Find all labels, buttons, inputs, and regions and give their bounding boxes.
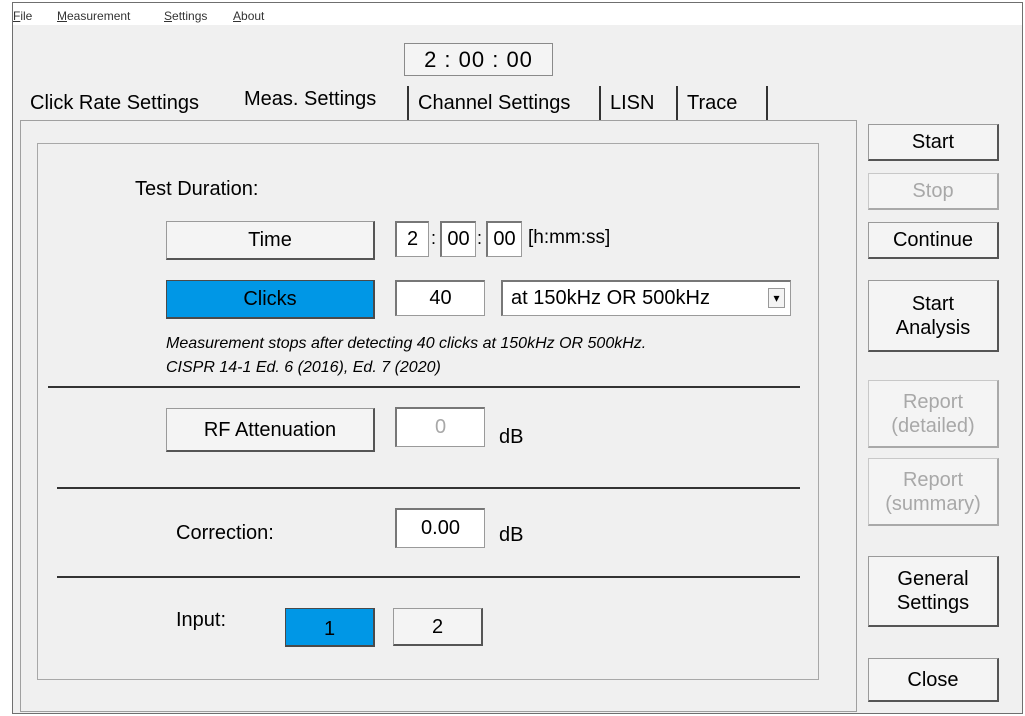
menu-measurement[interactable]: Measurement	[57, 9, 130, 23]
clicks-count-field[interactable]: 40	[395, 280, 485, 316]
correction-unit: dB	[499, 524, 524, 546]
time-format-hint: [h:mm:ss]	[528, 227, 611, 248]
report-summary-button[interactable]: Report (summary)	[868, 458, 999, 526]
clicks-frequency-value: at 150kHz OR 500kHz	[511, 287, 710, 309]
time-colon: :	[477, 228, 483, 248]
stop-button[interactable]: Stop	[868, 173, 999, 210]
tab-meas-settings[interactable]: Meas. Settings	[236, 82, 385, 116]
test-duration-label: Test Duration:	[135, 178, 259, 200]
section-divider	[57, 576, 800, 578]
elapsed-timer: 2 : 00 : 00	[404, 43, 553, 76]
input-2-button[interactable]: 2	[393, 608, 483, 646]
section-divider	[48, 386, 800, 388]
rf-attenuation-field[interactable]: 0	[395, 407, 485, 447]
seconds-field[interactable]: 00	[486, 221, 522, 257]
start-analysis-button[interactable]: Start Analysis	[868, 280, 999, 352]
time-mode-button[interactable]: Time	[166, 221, 375, 260]
tab-separator	[766, 86, 768, 120]
menu-about[interactable]: About	[233, 9, 264, 23]
continue-button[interactable]: Continue	[868, 222, 999, 259]
tab-click-rate-settings[interactable]: Click Rate Settings	[22, 86, 207, 120]
menu-bar: File Measurement Settings About	[13, 3, 1022, 25]
report-summary-label-line2: (summary)	[885, 492, 981, 515]
report-detailed-button[interactable]: Report (detailed)	[868, 380, 999, 448]
start-analysis-label-line2: Analysis	[895, 316, 971, 339]
tab-trace[interactable]: Trace	[679, 86, 745, 120]
clicks-mode-button[interactable]: Clicks	[166, 280, 375, 319]
general-settings-label-line1: General	[897, 568, 969, 590]
menu-settings[interactable]: Settings	[164, 9, 207, 23]
start-button[interactable]: Start	[868, 124, 999, 161]
time-colon: :	[431, 228, 437, 248]
section-divider	[57, 487, 800, 489]
tab-lisn[interactable]: LISN	[602, 86, 662, 120]
close-button[interactable]: Close	[868, 658, 999, 702]
minutes-field[interactable]: 00	[440, 221, 476, 257]
hours-field[interactable]: 2	[395, 221, 429, 257]
correction-field[interactable]: 0.00	[395, 508, 485, 548]
menu-file[interactable]: File	[13, 9, 32, 23]
general-settings-label-line2: Settings	[896, 592, 970, 614]
chevron-down-icon[interactable]: ▾	[768, 288, 785, 308]
rf-attenuation-button[interactable]: RF Attenuation	[166, 408, 375, 452]
tab-channel-settings[interactable]: Channel Settings	[410, 86, 578, 120]
start-analysis-label-line1: Start	[911, 292, 955, 315]
general-settings-button[interactable]: General Settings	[868, 556, 999, 627]
tab-separator	[407, 86, 409, 120]
clicks-note-line2: CISPR 14-1 Ed. 6 (2016), Ed. 7 (2020)	[166, 359, 441, 376]
clicks-frequency-select[interactable]: at 150kHz OR 500kHz	[501, 280, 791, 316]
tab-separator	[599, 86, 601, 120]
report-detailed-label-line2: (detailed)	[891, 414, 975, 437]
clicks-note-line1: Measurement stops after detecting 40 cli…	[166, 335, 647, 352]
input-label: Input:	[176, 609, 227, 631]
input-1-button[interactable]: 1	[285, 608, 375, 647]
report-detailed-label-line1: Report	[902, 390, 964, 413]
correction-label: Correction:	[176, 522, 274, 544]
report-summary-label-line1: Report	[902, 468, 964, 491]
tab-separator	[676, 86, 678, 120]
rf-attenuation-unit: dB	[499, 426, 524, 448]
